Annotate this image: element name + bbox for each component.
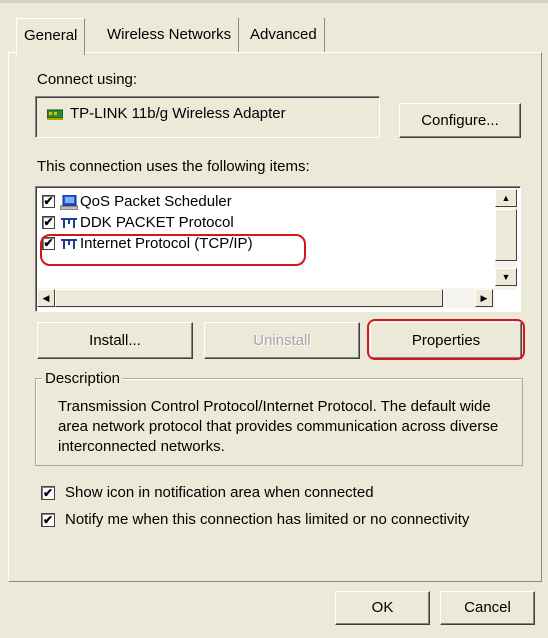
uninstall-button[interactable]: Uninstall xyxy=(204,322,360,359)
scroll-up-icon[interactable]: ▲ xyxy=(495,189,517,207)
description-legend: Description xyxy=(42,370,124,387)
scroll-left-icon[interactable]: ◀ xyxy=(37,289,55,307)
item-checkbox[interactable]: ✔ xyxy=(42,216,55,229)
properties-button[interactable]: Properties xyxy=(370,322,522,359)
scrollbar-thumb[interactable] xyxy=(495,209,517,261)
show-icon-label: Show icon in notification area when conn… xyxy=(65,484,374,501)
ok-button[interactable]: OK xyxy=(335,591,430,625)
item-label: Internet Protocol (TCP/IP) xyxy=(80,235,253,252)
scroll-right-icon[interactable]: ▶ xyxy=(475,289,493,307)
item-label: QoS Packet Scheduler xyxy=(80,193,232,210)
network-card-icon xyxy=(47,109,63,120)
adapter-name: TP-LINK 11b/g Wireless Adapter xyxy=(70,105,286,122)
notify-label: Notify me when this connection has limit… xyxy=(65,511,470,528)
notify-checkbox[interactable]: ✔ xyxy=(41,513,55,527)
items-label: This connection uses the following items… xyxy=(37,158,310,175)
hscrollbar-thumb[interactable] xyxy=(55,289,443,307)
cancel-button[interactable]: Cancel xyxy=(440,591,535,625)
protocol-icon xyxy=(61,218,77,228)
qos-scheduler-icon xyxy=(60,195,78,210)
item-checkbox[interactable]: ✔ xyxy=(42,237,55,250)
tab-general[interactable]: General xyxy=(16,18,86,55)
configure-button[interactable]: Configure... xyxy=(399,103,521,138)
tab-wireless-networks[interactable]: Wireless Networks xyxy=(100,18,240,52)
description-text: Transmission Control Protocol/Internet P… xyxy=(58,398,499,455)
item-label: DDK PACKET Protocol xyxy=(80,214,234,231)
protocol-icon xyxy=(61,239,77,249)
show-icon-checkbox[interactable]: ✔ xyxy=(41,486,55,500)
connect-using-label: Connect using: xyxy=(37,71,138,88)
window-top-edge xyxy=(0,0,548,3)
item-checkbox[interactable]: ✔ xyxy=(42,195,55,208)
install-button[interactable]: Install... xyxy=(37,322,193,359)
scroll-down-icon[interactable]: ▼ xyxy=(495,268,517,286)
tab-advanced[interactable]: Advanced xyxy=(243,18,325,52)
